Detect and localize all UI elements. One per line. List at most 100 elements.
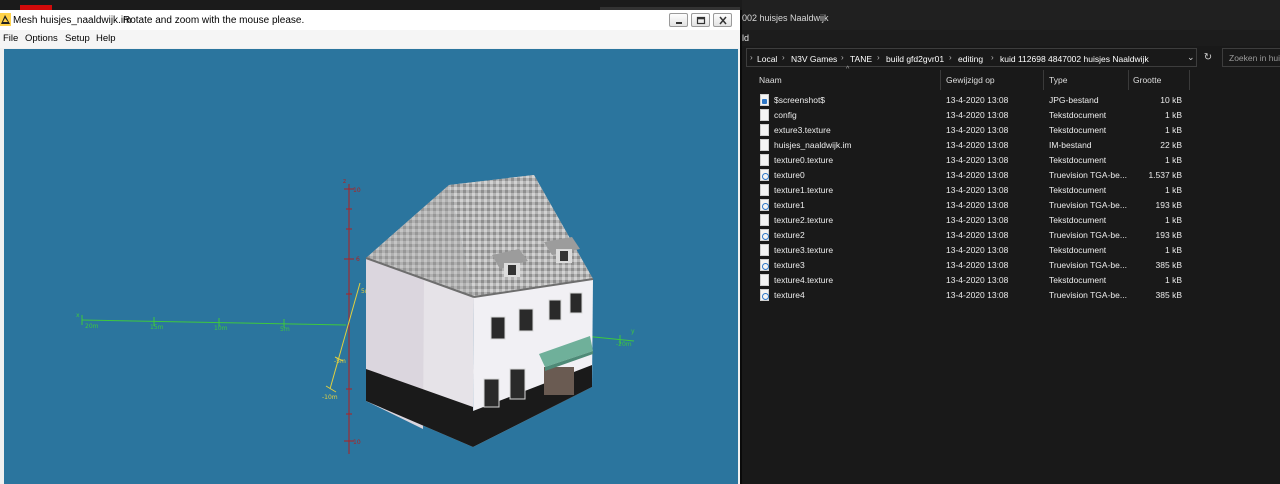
file-type: Truevision TGA-be... (1049, 200, 1127, 210)
breadcrumb-item[interactable]: N3V Games (791, 54, 837, 64)
file-row[interactable]: texture2 13-4-2020 13:08 Truevision TGA-be… (742, 228, 1280, 243)
z-tick-label: 10 (353, 187, 361, 194)
file-row[interactable]: texture4 13-4-2020 13:08 Truevision TGA-be… (742, 288, 1280, 303)
column-divider[interactable] (1189, 70, 1190, 90)
file-type: IM-bestand (1049, 140, 1092, 150)
text-file-icon (760, 244, 769, 256)
mesh-window-title: Mesh huisjes_naaldwijk.im (13, 15, 132, 26)
file-row[interactable]: texture0 13-4-2020 13:08 Truevision TGA-be… (742, 168, 1280, 183)
file-row[interactable]: texture3.texture 13-4-2020 13:08 Tekstdocu… (742, 243, 1280, 258)
tga-file-icon (760, 259, 769, 271)
file-row[interactable]: texture0.texture 13-4-2020 13:08 Tekstdocu… (742, 153, 1280, 168)
x-tick-label: 15m (150, 324, 164, 331)
column-header-name[interactable]: Naam (742, 70, 940, 90)
file-size: 1 kB (1164, 215, 1182, 225)
house-3d-model (365, 175, 594, 447)
text-file-icon (760, 154, 769, 166)
file-name: texture0 (774, 170, 805, 180)
text-file-icon (760, 214, 769, 226)
breadcrumb-item[interactable]: editing (958, 54, 983, 64)
file-size: 385 kB (1155, 260, 1182, 270)
breadcrumb-item[interactable]: TANE (850, 54, 872, 64)
file-type: Tekstdocument (1049, 245, 1107, 255)
file-row[interactable]: huisjes_naaldwijk.im 13-4-2020 13:08 IM-be… (742, 138, 1280, 153)
file-size: 1.537 kB (1148, 170, 1182, 180)
breadcrumb-item[interactable]: kuid 112698 4847002 huisjes Naaldwijk (1000, 54, 1149, 64)
file-row[interactable]: texture2.texture 13-4-2020 13:08 Tekstdocu… (742, 213, 1280, 228)
menu-setup[interactable]: Setup (65, 33, 90, 44)
close-icon (719, 16, 727, 25)
file-name: texture0.texture (774, 155, 834, 165)
file-size: 10 kB (1160, 95, 1182, 105)
file-row[interactable]: exture3.texture 13-4-2020 13:08 Tekstdocum… (742, 123, 1280, 138)
mesh-viewer-titlebar[interactable]: Mesh huisjes_naaldwijk.im Rotate and zoo… (0, 10, 740, 30)
file-type: Tekstdocument (1049, 155, 1107, 165)
file-row[interactable]: texture4.texture 13-4-2020 13:08 Tekstdocu… (742, 273, 1280, 288)
file-size: 22 kB (1160, 140, 1182, 150)
file-name: texture2 (774, 230, 805, 240)
menu-options[interactable]: Options (25, 33, 58, 44)
file-row[interactable]: texture1.texture 13-4-2020 13:08 Tekstdocu… (742, 183, 1280, 198)
near-tick-label: -10m (322, 394, 338, 401)
text-file-icon (760, 124, 769, 136)
background-strip (0, 0, 742, 10)
close-button[interactable] (713, 13, 732, 27)
ribbon-tab-label[interactable]: ld (742, 33, 749, 43)
column-header-size[interactable]: Grootte (1129, 70, 1189, 90)
file-size: 193 kB (1155, 230, 1182, 240)
mesh-hint-text: Rotate and zoom with the mouse please. (123, 15, 305, 26)
breadcrumb-item[interactable]: build gfd2gvr01 (886, 54, 944, 64)
file-type: Tekstdocument (1049, 215, 1107, 225)
minimize-icon (676, 22, 682, 24)
file-size: 1 kB (1164, 275, 1182, 285)
file-row[interactable]: texture1 13-4-2020 13:08 Truevision TGA-be… (742, 198, 1280, 213)
file-name: texture4 (774, 290, 805, 300)
file-size: 1 kB (1164, 185, 1182, 195)
file-size: 1 kB (1164, 245, 1182, 255)
file-row[interactable]: texture3 13-4-2020 13:08 Truevision TGA-be… (742, 258, 1280, 273)
mesh-menubar: File Options Setup Help (0, 30, 740, 48)
chevron-right-icon: › (991, 53, 994, 62)
column-header-type[interactable]: Type (1044, 70, 1128, 90)
file-modified-date: 13-4-2020 13:08 (946, 230, 1009, 240)
file-modified-date: 13-4-2020 13:08 (946, 245, 1009, 255)
z-axis-label: z (343, 178, 346, 185)
file-modified-date: 13-4-2020 13:08 (946, 185, 1009, 195)
x-tick-label: 5m (280, 326, 290, 333)
file-modified-date: 13-4-2020 13:08 (946, 215, 1009, 225)
file-name: exture3.texture (774, 125, 831, 135)
file-type: Tekstdocument (1049, 275, 1107, 285)
refresh-button[interactable]: ↻ (1199, 49, 1217, 67)
menu-file[interactable]: File (3, 33, 18, 44)
chevron-right-icon: › (750, 53, 753, 62)
file-name: huisjes_naaldwijk.im (774, 140, 852, 150)
tga-file-icon (760, 199, 769, 211)
file-type: Truevision TGA-be... (1049, 290, 1127, 300)
file-row[interactable]: $screenshot$ 13-4-2020 13:08 JPG-bestand 10… (742, 93, 1280, 108)
text-file-icon (760, 274, 769, 286)
file-size: 193 kB (1155, 200, 1182, 210)
file-name: texture1.texture (774, 185, 834, 195)
chevron-right-icon: › (949, 53, 952, 62)
chevron-right-icon: › (782, 53, 785, 62)
file-row[interactable]: config 13-4-2020 13:08 Tekstdocument 1 kB (742, 108, 1280, 123)
address-bar[interactable]: › Local › N3V Games › TANE › build gfd2g… (746, 48, 1197, 67)
address-row: › Local › N3V Games › TANE › build gfd2g… (742, 46, 1280, 70)
minimize-button[interactable] (669, 13, 688, 27)
file-type: Truevision TGA-be... (1049, 260, 1127, 270)
menu-help[interactable]: Help (96, 33, 116, 44)
3d-viewport[interactable]: x 20m 15m 10m 5m y -20m z 10 6 10 5m -5m… (4, 49, 738, 484)
chevron-down-icon[interactable]: ⌄ (1187, 52, 1195, 63)
file-explorer-window: 002 huisjes Naaldwijk ld › Local › N3V G… (742, 0, 1280, 484)
file-modified-date: 13-4-2020 13:08 (946, 95, 1009, 105)
text-file-icon (760, 184, 769, 196)
column-header-date[interactable]: Gewijzigd op (941, 70, 1043, 90)
search-input[interactable]: Zoeken in huisjes (1222, 48, 1280, 67)
breadcrumb-item[interactable]: Local (757, 54, 777, 64)
file-modified-date: 13-4-2020 13:08 (946, 110, 1009, 120)
tga-file-icon (760, 289, 769, 301)
maximize-button[interactable] (691, 13, 710, 27)
explorer-titlebar[interactable]: 002 huisjes Naaldwijk (742, 0, 1280, 30)
tga-file-icon (760, 229, 769, 241)
file-size: 1 kB (1164, 110, 1182, 120)
